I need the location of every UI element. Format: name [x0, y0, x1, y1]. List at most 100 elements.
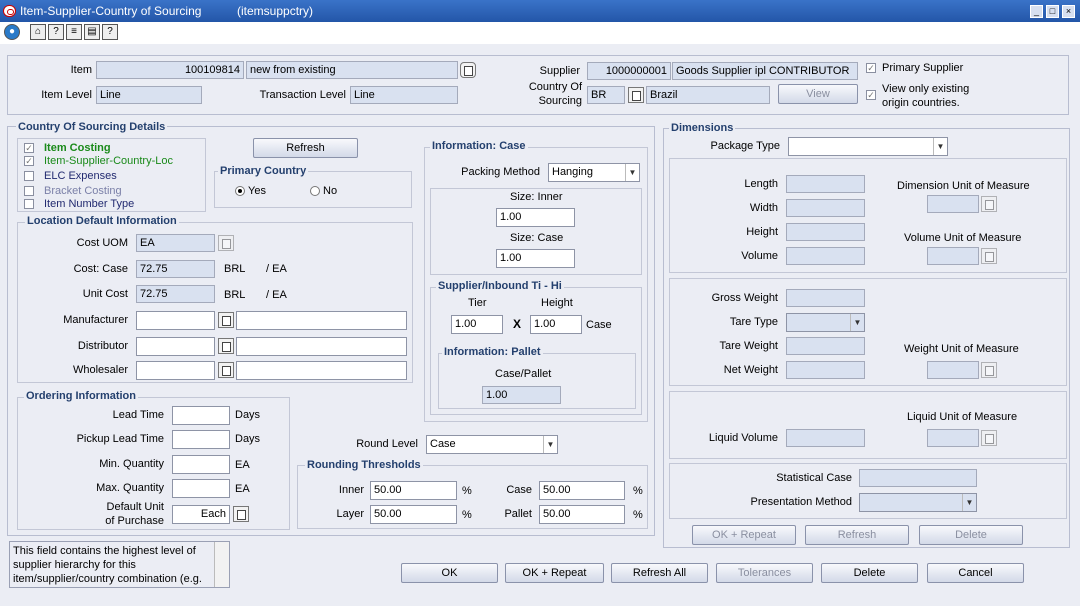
manufacturer-lov-icon[interactable] [218, 312, 234, 328]
hint-text-box[interactable]: This field contains the highest level of… [9, 541, 230, 588]
cost-case-field[interactable]: 72.75 [136, 260, 215, 278]
case-threshold-input[interactable]: 50.00 [539, 481, 625, 500]
vol-uom-field[interactable] [927, 247, 979, 265]
ok-button[interactable]: OK [401, 563, 498, 583]
packing-method-select[interactable]: Hanging ▼ [548, 163, 640, 182]
globe-icon[interactable]: ● [4, 24, 20, 40]
item-level-field[interactable]: Line [96, 86, 202, 104]
item-id-field[interactable]: 100109814 [96, 61, 244, 79]
maximize-icon[interactable]: □ [1046, 5, 1059, 18]
close-icon[interactable]: × [1062, 5, 1075, 18]
minimize-icon[interactable]: _ [1030, 5, 1043, 18]
wholesaler-lov-icon[interactable] [218, 362, 234, 378]
size-case-input[interactable]: 1.00 [496, 249, 575, 268]
unit-cost-field[interactable]: 72.75 [136, 285, 215, 303]
distributor-name-input[interactable] [236, 337, 407, 356]
find-icon[interactable]: ? [48, 24, 64, 40]
min-qty-input[interactable] [172, 455, 230, 474]
country-name-field[interactable]: Brazil [646, 86, 770, 104]
delete-button[interactable]: Delete [821, 563, 918, 583]
tare-weight-field[interactable] [786, 337, 865, 355]
distributor-id-input[interactable] [136, 337, 215, 356]
volume-field[interactable] [786, 247, 865, 265]
view-only-checkbox[interactable]: ✓ [866, 90, 876, 100]
cost-uom-field[interactable]: EA [136, 234, 215, 252]
default-unit-lov-icon[interactable] [233, 506, 249, 522]
window-title: Item-Supplier-Country of Sourcing [20, 4, 202, 18]
round-level-select[interactable]: Case ▼ [426, 435, 558, 454]
package-type-select[interactable]: ▼ [788, 137, 948, 156]
statistical-case-field[interactable] [859, 469, 977, 487]
chevron-down-icon: ▼ [625, 164, 639, 181]
primary-no-radio[interactable] [310, 186, 320, 196]
manufacturer-id-input[interactable] [136, 311, 215, 330]
print-icon[interactable]: ▤ [84, 24, 100, 40]
item-number-type-link[interactable]: Item Number Type [44, 198, 134, 210]
height-input[interactable]: 1.00 [530, 315, 582, 334]
tran-level-field[interactable]: Line [350, 86, 458, 104]
inner-threshold-input[interactable]: 50.00 [370, 481, 457, 500]
cancel-button[interactable]: Cancel [927, 563, 1024, 583]
bracket-costing-link[interactable]: Bracket Costing [44, 185, 122, 197]
liquid-uom-lov-icon[interactable] [981, 430, 997, 446]
lead-time-input[interactable] [172, 406, 230, 425]
unit-cost-label: Unit Cost [82, 288, 128, 300]
size-inner-input[interactable]: 1.00 [496, 208, 575, 227]
liquid-volume-field[interactable] [786, 429, 865, 447]
dim-uom-lov-icon[interactable] [981, 196, 997, 212]
dim-uom-label: Dimension Unit of Measure [897, 180, 1030, 192]
max-qty-label: Max. Quantity [96, 482, 164, 494]
weight-uom-field[interactable] [927, 361, 979, 379]
net-weight-field[interactable] [786, 361, 865, 379]
length-field[interactable] [786, 175, 865, 193]
gross-weight-field[interactable] [786, 289, 865, 307]
item-desc-field[interactable]: new from existing [246, 61, 458, 79]
dim-refresh-button[interactable]: Refresh [805, 525, 909, 545]
iscl-link[interactable]: Item-Supplier-Country-Loc [44, 155, 173, 167]
help-icon[interactable]: ? [102, 24, 118, 40]
wholesaler-name-input[interactable] [236, 361, 407, 380]
dim-ok-repeat-button[interactable]: OK + Repeat [692, 525, 796, 545]
supplier-id-field[interactable]: 1000000001 [587, 62, 671, 80]
dim-delete-button[interactable]: Delete [919, 525, 1023, 545]
primary-yes-radio[interactable] [235, 186, 245, 196]
wholesaler-id-input[interactable] [136, 361, 215, 380]
home-icon[interactable]: ⌂ [30, 24, 46, 40]
translate-icon[interactable] [460, 62, 476, 78]
country-code-field[interactable]: BR [587, 86, 625, 104]
cost-uom-label: Cost UOM [76, 237, 128, 249]
refresh-all-button[interactable]: Refresh All [611, 563, 708, 583]
tare-type-select[interactable]: ▼ [786, 313, 865, 332]
refresh-button[interactable]: Refresh [253, 138, 358, 158]
pallet-threshold-input[interactable]: 50.00 [539, 505, 625, 524]
distributor-lov-icon[interactable] [218, 338, 234, 354]
cost-uom-lov-icon[interactable] [218, 235, 234, 251]
item-costing-link[interactable]: Item Costing [44, 142, 111, 154]
pickup-lead-input[interactable] [172, 430, 230, 449]
tolerances-button[interactable]: Tolerances [716, 563, 813, 583]
liquid-uom-field[interactable] [927, 429, 979, 447]
primary-no-label: No [323, 185, 338, 197]
notes-icon[interactable]: ≡ [66, 24, 82, 40]
weight-uom-lov-icon[interactable] [981, 362, 997, 378]
ok-repeat-button[interactable]: OK + Repeat [505, 563, 604, 583]
default-unit-input[interactable]: Each [172, 505, 230, 524]
max-qty-input[interactable] [172, 479, 230, 498]
case-pallet-field[interactable]: 1.00 [482, 386, 561, 404]
elc-expenses-link[interactable]: ELC Expenses [44, 170, 117, 182]
dim-uom-field[interactable] [927, 195, 979, 213]
rounding-title: Rounding Thresholds [305, 459, 423, 471]
module-name: (itemsuppctry) [237, 4, 314, 18]
country-lov-icon[interactable] [628, 87, 644, 103]
height-dim-field[interactable] [786, 223, 865, 241]
hint-scrollbar[interactable] [214, 542, 229, 587]
primary-supplier-checkbox[interactable]: ✓ [866, 63, 876, 73]
presentation-method-select[interactable]: ▼ [859, 493, 977, 512]
tier-input[interactable]: 1.00 [451, 315, 503, 334]
view-button[interactable]: View [778, 84, 858, 104]
vol-uom-lov-icon[interactable] [981, 248, 997, 264]
manufacturer-name-input[interactable] [236, 311, 407, 330]
supplier-name-field[interactable]: Goods Supplier ipl CONTRIBUTOR [672, 62, 858, 80]
width-field[interactable] [786, 199, 865, 217]
layer-threshold-input[interactable]: 50.00 [370, 505, 457, 524]
